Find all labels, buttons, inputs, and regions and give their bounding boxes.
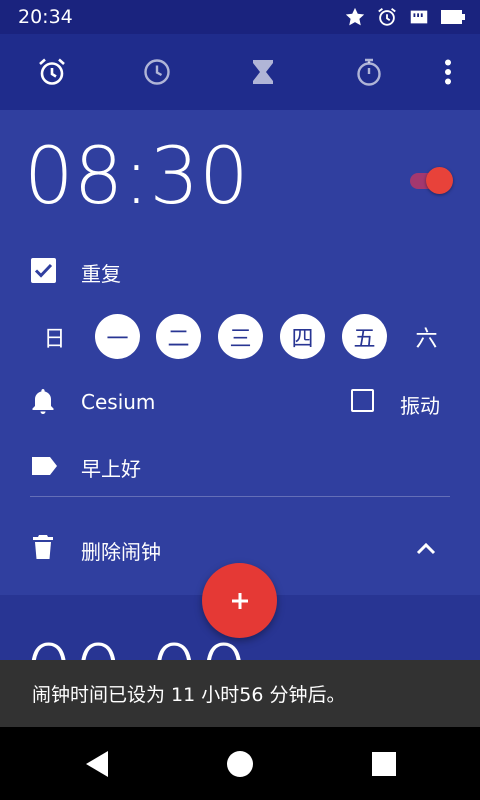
bell-icon	[31, 387, 55, 419]
snackbar-message: 闹钟时间已设为 11 小时56 分钟后。	[32, 684, 346, 706]
check-icon	[34, 263, 53, 278]
label-tag-icon	[30, 455, 58, 481]
alarm-label[interactable]: 早上好	[81, 453, 141, 482]
alarm-time[interactable]: 08:30	[24, 138, 249, 216]
day-selector: 日 一 二 三 四 五 六	[0, 310, 480, 360]
trash-icon[interactable]	[32, 534, 54, 564]
home-icon[interactable]	[226, 750, 254, 778]
system-nav-bar	[0, 727, 480, 800]
status-icons	[344, 6, 466, 28]
status-bar: 20:34	[0, 0, 480, 34]
toggle-thumb	[426, 167, 453, 194]
day-mon[interactable]: 一	[95, 314, 140, 359]
day-wed[interactable]: 三	[218, 314, 263, 359]
vibrate-label: 振动	[400, 394, 440, 418]
next-alarm-time: 00:00	[24, 636, 249, 660]
alarm-toggle[interactable]	[408, 166, 454, 196]
add-alarm-button[interactable]	[202, 563, 277, 638]
more-vert-icon[interactable]	[444, 59, 452, 85]
stopwatch-tab-icon[interactable]	[355, 57, 383, 87]
repeat-checkbox[interactable]	[31, 258, 56, 283]
star-icon	[344, 6, 366, 28]
chevron-up-icon[interactable]	[416, 540, 436, 559]
vibrate-checkbox[interactable]	[351, 389, 374, 412]
plus-icon	[231, 592, 248, 609]
repeat-label: 重复	[81, 262, 121, 286]
top-nav	[0, 34, 480, 110]
ringtone-label[interactable]: Cesium	[81, 390, 155, 414]
recents-icon[interactable]	[371, 751, 397, 777]
clock-tab-icon[interactable]	[143, 58, 171, 86]
divider	[30, 496, 450, 497]
delete-label[interactable]: 删除闹钟	[81, 536, 161, 565]
day-fri[interactable]: 五	[342, 314, 387, 359]
day-sat[interactable]: 六	[404, 314, 449, 359]
back-icon[interactable]	[84, 749, 110, 779]
timer-tab-icon[interactable]	[251, 58, 275, 86]
day-sun[interactable]: 日	[32, 314, 77, 359]
alarm-status-icon	[376, 6, 398, 28]
alarm-card: 08:30 重复 日 一 二 三 四 五 六 Cesium 振动 早上好 删除闹…	[0, 110, 480, 595]
day-tue[interactable]: 二	[156, 314, 201, 359]
day-thu[interactable]: 四	[280, 314, 325, 359]
status-time: 20:34	[18, 6, 73, 28]
alarm-tab-icon[interactable]	[37, 57, 67, 87]
battery-icon	[440, 6, 466, 28]
snackbar: 闹钟时间已设为 11 小时56 分钟后。	[0, 660, 480, 727]
sd-card-icon	[408, 6, 430, 28]
